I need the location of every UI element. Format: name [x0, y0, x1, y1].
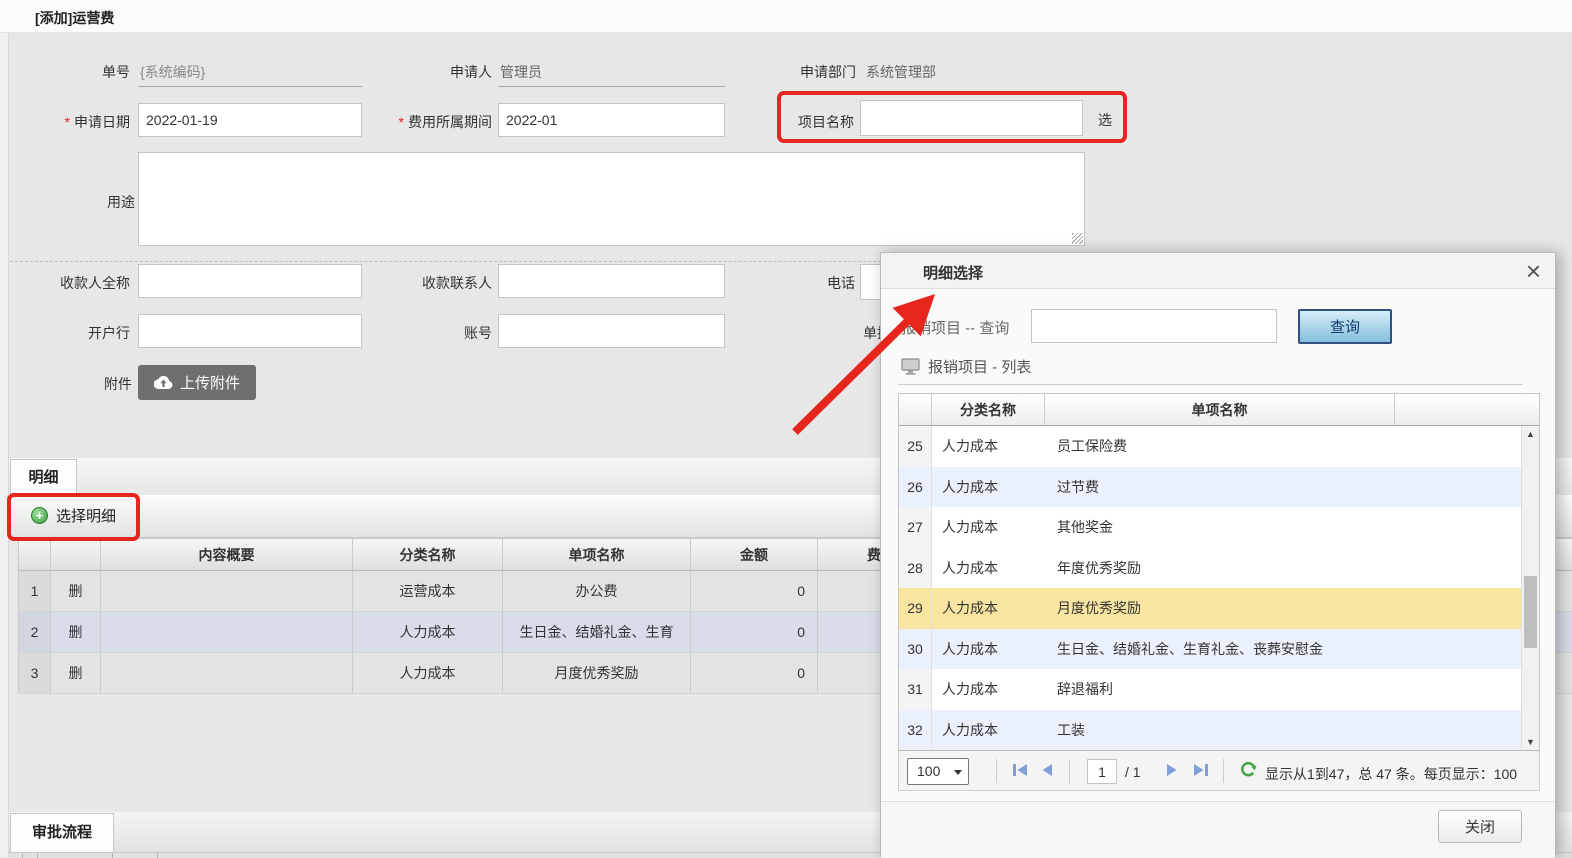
vertical-scrollbar[interactable]: ▲ ▼: [1521, 426, 1539, 750]
bank-label: 开户行: [10, 323, 130, 343]
total-pages: / 1: [1125, 764, 1141, 780]
page-number-input[interactable]: [1087, 759, 1117, 784]
payee-contact-input[interactable]: [498, 264, 725, 298]
list-item[interactable]: 27人力成本其他奖金: [899, 507, 1521, 548]
modal-titlebar: 明细选择 ×: [881, 253, 1555, 289]
list-item[interactable]: 32人力成本工装: [899, 710, 1521, 751]
list-item[interactable]: 26人力成本过节费: [899, 467, 1521, 508]
account-no-label: 账号: [370, 323, 492, 343]
list-item[interactable]: 31人力成本辞退福利: [899, 669, 1521, 710]
col-category: 分类名称: [932, 394, 1045, 425]
tab-detail[interactable]: 明细: [10, 459, 77, 496]
col-amount: 金额: [690, 539, 817, 570]
scroll-down-icon[interactable]: ▼: [1522, 737, 1539, 747]
resize-grip[interactable]: [1072, 233, 1083, 244]
detail-select-modal: 明细选择 × 报销项目 -- 查询 查询 报销项目 - 列表 分类名称 单项名称…: [880, 252, 1556, 857]
pagination-info: 显示从1到47，总 47 条。每页显示：100: [1265, 764, 1517, 784]
col-item: 单项名称: [1045, 394, 1395, 425]
project-name-input[interactable]: [860, 100, 1083, 136]
purpose-textarea[interactable]: [138, 152, 1085, 246]
col-item: 单项名称: [502, 539, 690, 570]
close-button[interactable]: 关闭: [1438, 810, 1522, 843]
required-mark: *: [65, 114, 70, 130]
add-circle-icon: +: [31, 507, 48, 524]
select-detail-button[interactable]: + 选择明细: [31, 505, 116, 526]
account-no-input[interactable]: [498, 314, 725, 348]
list-item[interactable]: 25人力成本员工保险费: [899, 426, 1521, 467]
payee-name-input[interactable]: [138, 264, 362, 298]
scrollbar-thumb[interactable]: [1524, 576, 1537, 648]
expense-period-input[interactable]: [498, 103, 725, 137]
bank-input[interactable]: [138, 314, 362, 348]
prev-page-icon[interactable]: [1040, 763, 1054, 777]
next-page-icon[interactable]: [1165, 763, 1179, 777]
upload-attachment-button[interactable]: 上传附件: [138, 365, 256, 400]
order-no-value: {系统编码}: [140, 62, 205, 82]
cloud-upload-icon: [154, 375, 173, 390]
delete-link[interactable]: 删: [50, 571, 100, 611]
delete-link[interactable]: 删: [50, 612, 100, 652]
order-no-underline: [138, 86, 362, 87]
expense-period-label: *费用所属期间: [345, 112, 492, 132]
window-titlebar: [添加]运营费: [0, 0, 1572, 33]
query-button[interactable]: 查询: [1298, 309, 1392, 344]
search-input[interactable]: [1031, 309, 1277, 343]
applicant-value: 管理员: [500, 62, 542, 82]
last-page-icon[interactable]: [1192, 763, 1209, 777]
expense-item-table: 分类名称 单项名称 25人力成本员工保险费 26人力成本过节费 27人力成本其他…: [898, 393, 1540, 751]
purpose-label: 用途: [10, 192, 135, 212]
list-item[interactable]: 28人力成本年度优秀奖励: [899, 548, 1521, 589]
refresh-icon[interactable]: [1239, 760, 1258, 779]
list-header: 报销项目 - 列表: [901, 356, 1031, 377]
col-summary: 内容概要: [100, 539, 352, 570]
page-size-select[interactable]: 100: [907, 758, 969, 785]
expense-table-header: 分类名称 单项名称: [899, 394, 1539, 426]
applicant-underline: [498, 86, 725, 87]
delete-link[interactable]: 删: [50, 653, 100, 693]
page-title: [添加]运营费: [35, 8, 114, 28]
list-rule: [898, 384, 1523, 385]
department-value: 系统管理部: [866, 62, 936, 82]
department-label: 申请部门: [726, 62, 856, 82]
search-label: 报销项目 -- 查询: [901, 317, 1009, 338]
monitor-icon: [901, 358, 920, 375]
scroll-up-icon[interactable]: ▲: [1522, 429, 1539, 439]
attachment-label: 附件: [10, 374, 132, 394]
payee-contact-label: 收款联系人: [370, 273, 492, 293]
apply-date-input[interactable]: [138, 103, 362, 137]
project-select-link[interactable]: 选: [1098, 110, 1112, 130]
modal-title: 明细选择: [923, 262, 983, 283]
left-gutter: [0, 33, 9, 857]
first-page-icon[interactable]: [1012, 763, 1029, 777]
phone-label: 电话: [760, 273, 855, 293]
project-name-label: 项目名称: [758, 112, 854, 132]
col-category: 分类名称: [352, 539, 502, 570]
list-item[interactable]: 30人力成本生日金、结婚礼金、生育礼金、丧葬安慰金: [899, 629, 1521, 670]
close-icon[interactable]: ×: [1526, 254, 1541, 288]
tab-approval-flow[interactable]: 审批流程: [10, 813, 114, 852]
list-item-selected[interactable]: 29人力成本月度优秀奖励: [899, 588, 1521, 629]
applicant-label: 申请人: [372, 62, 492, 82]
order-no-label: 单号: [10, 62, 130, 82]
chevron-down-icon: [954, 770, 962, 775]
pagination-bar: 100 / 1 显示从1到47，总 47 条。每页显示：100: [898, 750, 1540, 791]
payee-name-label: 收款人全称: [10, 273, 130, 293]
apply-date-label: *申请日期: [10, 112, 130, 132]
modal-footer: 关闭: [881, 801, 1555, 858]
